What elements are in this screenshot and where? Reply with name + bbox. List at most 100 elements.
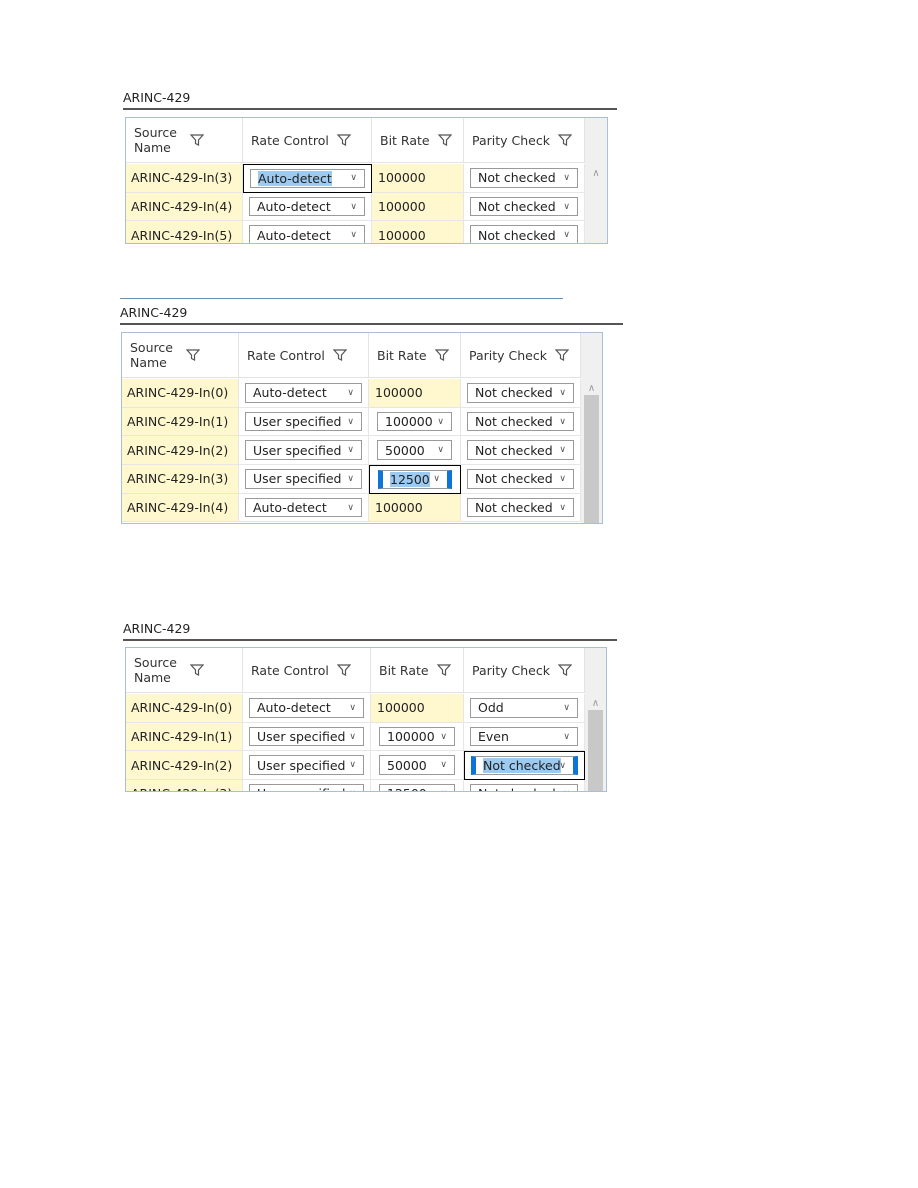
column-header-rate-control[interactable]: Rate Control (243, 118, 372, 163)
rate-control-dropdown[interactable]: User specified∨ (249, 726, 364, 747)
chevron-down-icon[interactable]: ∨ (563, 703, 570, 713)
dropdown-value: Not checked (478, 199, 556, 215)
chevron-down-icon[interactable]: ∨ (350, 173, 357, 183)
column-header-rate-control[interactable]: Rate Control (243, 648, 371, 693)
vertical-scrollbar[interactable]: ∧ (585, 648, 606, 791)
title-underline (123, 639, 617, 641)
chevron-down-icon[interactable]: ∨ (349, 789, 356, 791)
parity-dropdown[interactable]: Not checked∨ (467, 411, 574, 432)
filter-icon[interactable] (336, 133, 352, 147)
filter-icon[interactable] (554, 348, 570, 362)
parity-dropdown[interactable]: Not checked∨ (470, 225, 578, 243)
filter-icon[interactable] (557, 663, 573, 677)
chevron-down-icon[interactable]: ∨ (347, 503, 354, 513)
chevron-down-icon[interactable]: ∨ (433, 474, 440, 484)
chevron-down-icon[interactable]: ∨ (347, 445, 354, 455)
scrollbar-thumb[interactable] (584, 395, 599, 523)
chevron-down-icon[interactable]: ∨ (350, 202, 357, 212)
rate-control-dropdown[interactable]: Auto-detect ∨ (245, 383, 362, 403)
filter-icon[interactable] (336, 663, 352, 677)
filter-icon[interactable] (434, 348, 449, 362)
scrollbar-thumb[interactable] (588, 710, 603, 791)
vertical-scrollbar[interactable]: ∧ (581, 333, 602, 523)
filter-icon[interactable] (436, 663, 451, 677)
rate-control-dropdown[interactable]: Auto-detect ∨ (249, 225, 365, 243)
column-header-bit-rate[interactable]: Bit Rate (372, 118, 464, 163)
chevron-down-icon[interactable]: ∨ (440, 789, 447, 791)
vertical-scrollbar[interactable]: ∧ (585, 118, 607, 243)
chevron-down-icon[interactable]: ∨ (347, 417, 354, 427)
chevron-up-icon[interactable]: ∧ (585, 698, 606, 709)
bit-rate-dropdown[interactable]: 100000 ∨ (379, 726, 455, 747)
column-header-rate-control[interactable]: Rate Control (239, 333, 369, 378)
filter-icon[interactable] (189, 663, 205, 677)
chevron-down-icon[interactable]: ∨ (563, 173, 570, 183)
dropdown-value: User specified (253, 414, 342, 430)
column-header-source[interactable]: Source Name (126, 648, 243, 693)
parity-dropdown[interactable]: Not checked∨ (471, 756, 578, 776)
bit-rate-dropdown[interactable]: 50000 ∨ (377, 440, 452, 461)
rate-control-dropdown[interactable]: User specified∨ (249, 755, 364, 776)
column-header-parity[interactable]: Parity Check (464, 648, 585, 693)
filter-icon[interactable] (437, 133, 452, 147)
chevron-down-icon[interactable]: ∨ (559, 417, 566, 427)
source-name-cell: ARINC-429-In(0) (126, 694, 243, 723)
bit-rate-dropdown[interactable]: 100000 ∨ (377, 411, 452, 432)
parity-dropdown[interactable]: Not checked∨ (470, 784, 578, 791)
bit-rate-dropdown[interactable]: 12500∨ (378, 470, 452, 489)
parity-dropdown[interactable]: Not checked∨ (467, 497, 574, 518)
rate-control-dropdown[interactable]: Auto-detect ∨ (245, 497, 362, 518)
chevron-down-icon[interactable]: ∨ (440, 760, 447, 770)
parity-dropdown[interactable]: Even ∨ (470, 726, 578, 747)
chevron-down-icon[interactable]: ∨ (563, 732, 570, 742)
chevron-down-icon[interactable]: ∨ (563, 202, 570, 212)
parity-dropdown[interactable]: Not checked∨ (467, 440, 574, 461)
chevron-down-icon[interactable]: ∨ (559, 761, 566, 771)
rate-control-dropdown[interactable]: Auto-detect ∨ (249, 196, 365, 217)
rate-control-dropdown[interactable]: User specified∨ (249, 784, 364, 791)
dropdown-value: 12500 (390, 471, 430, 487)
chevron-down-icon[interactable]: ∨ (349, 703, 356, 713)
parity-dropdown[interactable]: Not checked ∨ (470, 196, 578, 217)
filter-icon[interactable] (185, 348, 201, 362)
parity-dropdown[interactable]: Not checked∨ (470, 168, 578, 188)
column-header-source[interactable]: Source Name (126, 118, 243, 163)
rate-control-dropdown[interactable]: Auto-detect ∨ (250, 169, 365, 188)
filter-icon[interactable] (557, 133, 573, 147)
chevron-down-icon[interactable]: ∨ (350, 230, 357, 240)
chevron-down-icon[interactable]: ∨ (347, 388, 354, 398)
column-header-source[interactable]: Source Name (122, 333, 239, 378)
bit-rate-dropdown[interactable]: 50000 ∨ (379, 755, 455, 776)
chevron-down-icon[interactable]: ∨ (437, 445, 444, 455)
chevron-up-icon[interactable]: ∧ (581, 383, 602, 394)
rate-control-dropdown[interactable]: User specified∨ (245, 440, 362, 461)
parity-dropdown[interactable]: Odd ∨ (470, 698, 578, 718)
cell-value: 100000 (375, 500, 423, 516)
chevron-down-icon[interactable]: ∨ (563, 789, 570, 791)
column-header-bit-rate[interactable]: Bit Rate (369, 333, 461, 378)
chevron-down-icon[interactable]: ∨ (349, 760, 356, 770)
filter-icon[interactable] (332, 348, 348, 362)
column-header-label: Rate Control (251, 662, 329, 678)
chevron-down-icon[interactable]: ∨ (559, 474, 566, 484)
parity-dropdown[interactable]: Not checked∨ (467, 383, 574, 403)
chevron-down-icon[interactable]: ∨ (440, 732, 447, 742)
chevron-up-icon[interactable]: ∧ (585, 168, 607, 179)
rate-control-dropdown[interactable]: Auto-detect ∨ (249, 698, 364, 718)
chevron-down-icon[interactable]: ∨ (349, 732, 356, 742)
rate-control-dropdown[interactable]: User specified∨ (245, 469, 362, 489)
chevron-down-icon[interactable]: ∨ (559, 445, 566, 455)
chevron-down-icon[interactable]: ∨ (437, 417, 444, 427)
bit-rate-dropdown[interactable]: 12500∨ (379, 784, 455, 791)
chevron-down-icon[interactable]: ∨ (559, 388, 566, 398)
parity-dropdown[interactable]: Not checked∨ (467, 469, 574, 489)
chevron-down-icon[interactable]: ∨ (559, 503, 566, 513)
filter-icon[interactable] (189, 133, 205, 147)
column-header-parity[interactable]: Parity Check (461, 333, 581, 378)
column-header-bit-rate[interactable]: Bit Rate (371, 648, 464, 693)
chevron-down-icon[interactable]: ∨ (347, 474, 354, 484)
parity-cell: Not checked ∨ (461, 407, 581, 437)
chevron-down-icon[interactable]: ∨ (563, 230, 570, 240)
column-header-parity[interactable]: Parity Check (464, 118, 585, 163)
rate-control-dropdown[interactable]: User specified ∨ (245, 411, 362, 432)
